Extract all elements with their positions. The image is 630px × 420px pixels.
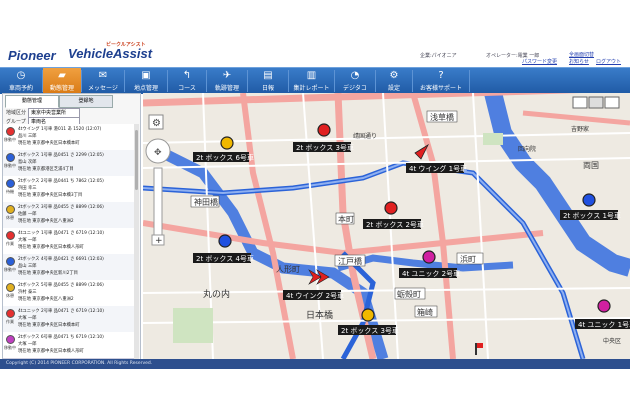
nav-location[interactable]: ▣ 地点管理: [125, 68, 167, 94]
vehicle-list: 移動中 4tウイング 1号車 港011 あ 1520 (12:07) 品川 三郎 現在…: [3, 124, 134, 360]
svg-text:⚙: ⚙: [152, 118, 161, 129]
help-icon: ?: [438, 70, 444, 81]
vehicle-list-item[interactable]: 移動中 2tボックス 6号車 品0471 ち 6719 (12:10) 大塚 一郎現…: [3, 332, 134, 359]
main-nav: ◷ 車両予約 ▰ 動態管理 ✉ メッセージ ▣ 地点管理 ↰ コース ✈ 軌跡管理 ▤ 日報 …: [0, 67, 630, 94]
status-dot-icon: [6, 257, 15, 266]
footer: Copyright (C) 2014 PIONEER CORPORATION. …: [0, 359, 630, 369]
place-label: 人形町: [276, 265, 300, 274]
gear-icon: ⚙: [389, 70, 399, 81]
place-label: 蛎殻町: [397, 289, 421, 299]
svg-text:2t ボックス 3号車: 2t ボックス 3号車: [296, 143, 354, 152]
svg-text:2t ボックス 6号車: 2t ボックス 6号車: [196, 153, 254, 162]
vehicleassist-logo: VehicleAssist ビークルアシスト: [68, 42, 153, 61]
svg-text:2t ボックス 1号車: 2t ボックス 1号車: [563, 211, 621, 220]
vehicle-list-item[interactable]: 休憩 2tボックス 3号車 品0455 さ 8899 (12:06) 佐藤 一郎 現在…: [3, 202, 134, 229]
tab-registered-places[interactable]: 登録地: [59, 95, 113, 108]
clock-icon: ◷: [16, 70, 26, 81]
bar-chart-icon: ▥: [306, 70, 317, 81]
vehicle-list-scrollbar[interactable]: [134, 124, 139, 360]
vehicle-list-item[interactable]: 移動中 4tウイング 1号車 港011 あ 1520 (12:07) 品川 三郎 現在…: [3, 124, 134, 151]
svg-text:+: +: [155, 236, 163, 246]
vehicle-list-item[interactable]: 移動中 2tボックス 4号車 品0421 さ 6691 (12:03) 品山 三郎現…: [3, 254, 134, 281]
route-icon: ↰: [182, 70, 192, 81]
place-label: 吉野家: [571, 125, 589, 133]
place-label: 本町: [338, 214, 354, 224]
svg-text:4t ユニック 2号車: 4t ユニック 2号車: [402, 269, 460, 278]
place-label: 江戸橋: [338, 256, 362, 266]
nav-settings[interactable]: ⚙ 設定: [376, 68, 412, 94]
logout-link[interactable]: ログアウト: [596, 58, 621, 65]
app-subtitle: ビークルアシスト: [106, 42, 146, 48]
fullscreen-toggle-link[interactable]: 全画面切替: [569, 51, 594, 58]
status-dot-icon: [6, 283, 15, 292]
password-change-link[interactable]: パスワード変更: [522, 58, 557, 65]
nav-support[interactable]: ? お客様サポート: [413, 68, 469, 94]
place-label: 丸の内: [203, 288, 230, 300]
place-label: 靖国通り: [353, 132, 377, 140]
place-label: 神田橋: [194, 197, 218, 207]
app-name: VehicleAssist: [68, 46, 153, 61]
nav-digital-tacho[interactable]: ◔ デジタコ: [335, 68, 375, 94]
nav-summary-report[interactable]: ▥ 集計レポート: [289, 68, 334, 94]
svg-text:2t ボックス 3号車: 2t ボックス 3号車: [341, 326, 399, 335]
map-pin-icon: ▣: [141, 70, 151, 81]
vehicle-list-item[interactable]: 移動中 2tボックス 1号車 品0451 さ 2299 (12:05) 島山 次郎現…: [3, 150, 134, 177]
svg-text:4t ユニック 1号車: 4t ユニック 1号車: [578, 320, 630, 329]
vehicle-list-item[interactable]: 休憩 2tボックス 5号車 品0455 さ 8899 (12:06) 浜村 泰三 現在…: [3, 280, 134, 307]
company-label: 企業:パイオニア: [420, 53, 457, 59]
vehicle-list-item[interactable]: 作業 4tユニック 2号車 品0471 さ 6719 (12:10) 大塚 一郎 現在…: [3, 306, 134, 333]
book-icon: ▤: [263, 70, 273, 81]
status-dot-icon: [6, 179, 15, 188]
map-type-icon[interactable]: [572, 96, 620, 109]
vehicle-panel: 動態管理 登録地 地域区分 東京中央営業所 グループ 車両名 移動中 4tウイング…: [2, 93, 141, 361]
vehicle-list-item[interactable]: 待機 2tボックス 2号車 品0441 ち 7862 (12:05) 浜田 幸三 現在…: [3, 176, 134, 203]
status-dot-icon: [6, 205, 15, 214]
notice-link[interactable]: お知らせ: [569, 58, 589, 65]
place-label: 中央区: [603, 337, 621, 345]
map-view[interactable]: 浅草橋 靖国通り 両国 吉野家 回向院 神田橋 本町 江戸橋 人形町 浜町 日本…: [143, 93, 630, 359]
nav-daily-report[interactable]: ▤ 日報: [248, 68, 288, 94]
nav-course[interactable]: ↰ コース: [168, 68, 206, 94]
place-label: 両国: [583, 161, 599, 170]
place-label: 日本橋: [306, 309, 333, 321]
place-label: 浜町: [460, 254, 476, 264]
place-label: 回向院: [518, 145, 536, 153]
copyright-text: Copyright (C) 2014 PIONEER CORPORATION. …: [6, 361, 153, 366]
status-dot-icon: [6, 127, 15, 136]
svg-text:4t ウイング 2号車: 4t ウイング 2号車: [286, 291, 344, 300]
truck-icon: ▰: [58, 70, 66, 81]
vehicle-list-item[interactable]: 作業 4tユニック 1号車 品0471 さ 6719 (12:10) 大塚 一郎 現在…: [3, 228, 134, 255]
plane-icon: ✈: [222, 70, 232, 81]
status-dot-icon: [6, 309, 15, 318]
place-label: 箱崎: [417, 307, 433, 317]
svg-text:✥: ✥: [154, 148, 162, 158]
area-label: 地域区分: [6, 110, 27, 116]
nav-message[interactable]: ✉ メッセージ: [82, 68, 124, 94]
scroll-thumb[interactable]: [135, 130, 138, 190]
nav-vehicle-reservation[interactable]: ◷ 車両予約: [0, 68, 42, 94]
status-dot-icon: [6, 335, 15, 344]
nav-tracking[interactable]: ▰ 動態管理: [43, 68, 81, 94]
status-dot-icon: [6, 231, 15, 240]
svg-text:2t ボックス 4号車: 2t ボックス 4号車: [196, 254, 254, 263]
gauge-icon: ◔: [350, 70, 360, 81]
tab-tracking[interactable]: 動態管理: [5, 95, 59, 108]
zoom-slider[interactable]: +: [151, 167, 165, 246]
mail-icon: ✉: [98, 70, 108, 81]
pan-control[interactable]: ✥: [145, 138, 171, 164]
status-dot-icon: [6, 153, 15, 162]
map-settings-icon[interactable]: ⚙: [148, 114, 164, 130]
svg-text:4t ウイング 1号車: 4t ウイング 1号車: [409, 164, 467, 173]
nav-track-history[interactable]: ✈ 軌跡管理: [207, 68, 247, 94]
svg-text:2t ボックス 2号車: 2t ボックス 2号車: [366, 220, 424, 229]
pioneer-logo: Pioneer: [8, 48, 56, 63]
place-label: 浅草橋: [430, 112, 454, 122]
